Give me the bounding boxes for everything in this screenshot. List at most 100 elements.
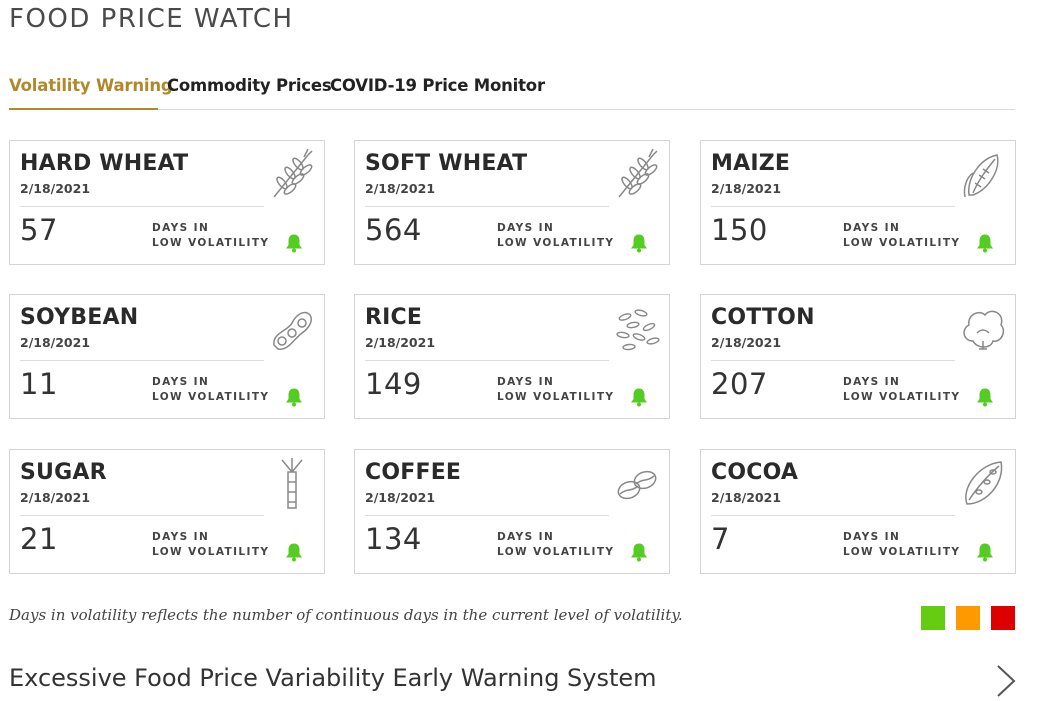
card-divider xyxy=(365,206,609,207)
days-count: 149 xyxy=(365,367,422,401)
days-caption-line1: DAYS IN xyxy=(152,531,210,543)
days-caption-line2: LOW VOLATILITY xyxy=(497,546,615,558)
card-divider xyxy=(20,360,264,361)
commodity-name: COFFEE xyxy=(365,460,462,485)
commodity-name: MAIZE xyxy=(711,151,791,176)
commodity-date: 2/18/2021 xyxy=(20,335,91,350)
days-caption-line1: DAYS IN xyxy=(152,376,210,388)
sugarcane-icon xyxy=(268,458,316,510)
days-caption-line2: LOW VOLATILITY xyxy=(497,237,615,249)
commodity-date: 2/18/2021 xyxy=(20,181,91,196)
commodity-date: 2/18/2021 xyxy=(365,335,436,350)
days-caption-line1: DAYS IN xyxy=(497,376,555,388)
cotton-icon xyxy=(959,303,1007,355)
commodity-card-coffee[interactable]: COFFEE 2/18/2021 134 DAYS IN LOW VOLATILITY xyxy=(354,449,670,574)
days-caption-line1: DAYS IN xyxy=(843,531,901,543)
days-caption: DAYS IN LOW VOLATILITY xyxy=(843,221,960,251)
days-count: 11 xyxy=(20,367,58,401)
days-count: 150 xyxy=(711,213,768,247)
early-warning-system-label: Excessive Food Price Variability Early W… xyxy=(9,664,657,692)
tab-commodity-prices[interactable]: Commodity Prices xyxy=(167,68,332,110)
bell-icon xyxy=(629,233,649,253)
wheat-icon xyxy=(613,148,661,201)
commodity-name: SOYBEAN xyxy=(20,305,139,330)
commodity-name: COCOA xyxy=(711,460,799,485)
card-divider xyxy=(711,360,955,361)
days-count: 57 xyxy=(20,213,58,247)
tab-covid-19-price-monitor[interactable]: COVID-19 Price Monitor xyxy=(330,68,545,110)
commodity-card-rice[interactable]: RICE 2/18/2021 149 DAYS IN LOW VOLATILITY xyxy=(354,294,670,419)
days-count: 134 xyxy=(365,522,422,556)
commodity-card-cocoa[interactable]: COCOA 2/18/2021 7 DAYS IN LOW VOLATILITY xyxy=(700,449,1016,574)
commodity-name: SUGAR xyxy=(20,460,107,485)
days-caption: DAYS IN LOW VOLATILITY xyxy=(152,375,269,405)
commodity-card-cotton[interactable]: COTTON 2/18/2021 207 DAYS IN LOW VOLATILITY xyxy=(700,294,1016,419)
days-caption: DAYS IN LOW VOLATILITY xyxy=(152,221,269,251)
commodity-date: 2/18/2021 xyxy=(711,181,782,196)
card-divider xyxy=(711,206,955,207)
bell-icon xyxy=(975,542,995,562)
tab-volatility-warning[interactable]: Volatility Warning xyxy=(9,68,173,110)
bell-icon xyxy=(629,542,649,562)
commodity-date: 2/18/2021 xyxy=(365,181,436,196)
days-caption-line2: LOW VOLATILITY xyxy=(152,391,270,403)
days-caption-line2: LOW VOLATILITY xyxy=(497,391,615,403)
commodity-name: COTTON xyxy=(711,305,815,330)
page-title: FOOD PRICE WATCH xyxy=(9,4,294,34)
commodity-card-sugar[interactable]: SUGAR 2/18/2021 21 DAYS IN LOW VOLATILITY xyxy=(9,449,325,574)
commodity-name: RICE xyxy=(365,305,423,330)
days-caption: DAYS IN LOW VOLATILITY xyxy=(843,375,960,405)
days-caption-line2: LOW VOLATILITY xyxy=(843,237,961,249)
days-caption-line2: LOW VOLATILITY xyxy=(843,391,961,403)
days-caption: DAYS IN LOW VOLATILITY xyxy=(152,530,269,560)
days-caption-line1: DAYS IN xyxy=(843,222,901,234)
bell-icon xyxy=(284,542,304,562)
commodity-name: SOFT WHEAT xyxy=(365,151,528,176)
days-count: 7 xyxy=(711,522,730,556)
commodity-card-hard-wheat[interactable]: HARD WHEAT 2/18/2021 57 DAYS IN LOW VOLATILI… xyxy=(9,140,325,265)
footnote: Days in volatility reflects the number o… xyxy=(9,606,683,624)
wheat-icon xyxy=(268,148,316,201)
days-caption-line1: DAYS IN xyxy=(497,531,555,543)
commodity-card-soybean[interactable]: SOYBEAN 2/18/2021 11 DAYS IN LOW VOLATILITY xyxy=(9,294,325,419)
card-divider xyxy=(365,515,609,516)
card-divider xyxy=(20,515,264,516)
legend-high-volatility-swatch xyxy=(991,606,1015,630)
card-divider xyxy=(20,206,264,207)
cocoa-pod-icon xyxy=(959,458,1007,510)
rice-icon xyxy=(613,303,661,355)
commodity-card-maize[interactable]: MAIZE 2/18/2021 150 DAYS IN LOW VOLATILITY xyxy=(700,140,1016,265)
soybean-icon xyxy=(268,303,316,355)
days-caption-line2: LOW VOLATILITY xyxy=(152,237,270,249)
bell-icon xyxy=(629,387,649,407)
days-count: 564 xyxy=(365,213,422,247)
bell-icon xyxy=(975,387,995,407)
days-caption: DAYS IN LOW VOLATILITY xyxy=(497,375,614,405)
days-caption: DAYS IN LOW VOLATILITY xyxy=(497,530,614,560)
days-caption-line2: LOW VOLATILITY xyxy=(152,546,270,558)
days-count: 21 xyxy=(20,522,58,556)
corn-icon xyxy=(959,149,1007,201)
chevron-right-icon xyxy=(997,665,1016,697)
days-count: 207 xyxy=(711,367,768,401)
commodity-date: 2/18/2021 xyxy=(20,490,91,505)
legend-moderate-volatility-swatch xyxy=(956,606,980,630)
card-divider xyxy=(711,515,955,516)
card-divider xyxy=(365,360,609,361)
days-caption: DAYS IN LOW VOLATILITY xyxy=(843,530,960,560)
tab-bar: Volatility Warning Commodity Prices COVI… xyxy=(9,68,1015,110)
commodity-date: 2/18/2021 xyxy=(711,335,782,350)
legend-low-volatility-swatch xyxy=(921,606,945,630)
days-caption-line1: DAYS IN xyxy=(843,376,901,388)
coffee-bean-icon xyxy=(613,458,661,510)
commodity-name: HARD WHEAT xyxy=(20,151,189,176)
commodity-card-soft-wheat[interactable]: SOFT WHEAT 2/18/2021 564 DAYS IN LOW VOLATIL… xyxy=(354,140,670,265)
days-caption-line2: LOW VOLATILITY xyxy=(843,546,961,558)
days-caption-line1: DAYS IN xyxy=(497,222,555,234)
commodity-date: 2/18/2021 xyxy=(365,490,436,505)
bell-icon xyxy=(284,387,304,407)
early-warning-system-link[interactable]: Excessive Food Price Variability Early W… xyxy=(9,660,1019,700)
bell-icon xyxy=(975,233,995,253)
days-caption: DAYS IN LOW VOLATILITY xyxy=(497,221,614,251)
bell-icon xyxy=(284,233,304,253)
